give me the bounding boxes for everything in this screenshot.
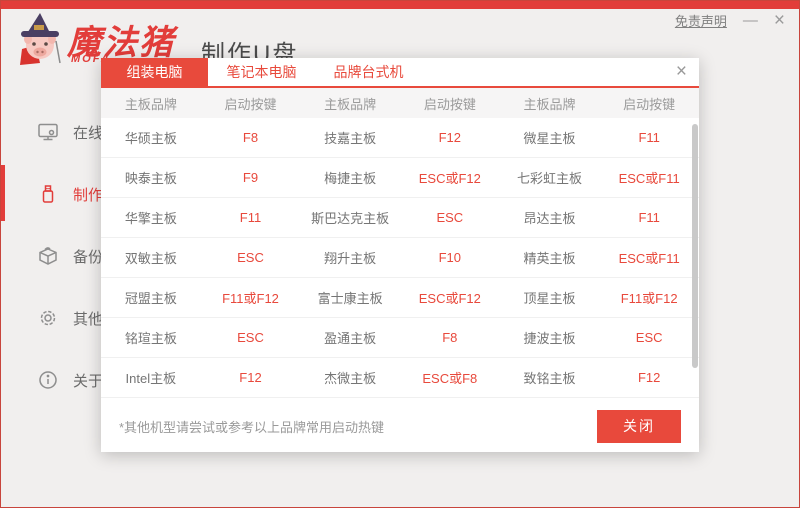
brand-cell: 盈通主板 [324,331,377,346]
brand-cell: 冠盟主板 [124,291,177,306]
sidebar-item-other[interactable]: 其他 [1,287,104,349]
table-row: 华硕主板 F8 技嘉主板 F12 微星主板 F11 [101,118,699,158]
brand-cell: 致铭主板 [523,371,576,386]
brand-cell: 杰微主板 [324,371,377,386]
dialog-tabs: 组装电脑 笔记本电脑 品牌台式机 × [101,58,699,88]
key-cell: ESC或F12 [418,291,481,306]
footnote-text: *其他机型请尝试或参考以上品牌常用启动热键 [119,419,385,435]
brand-cell: Intel主板 [125,371,177,386]
column-header: 主板品牌 [124,96,177,112]
brand-cell: 斯巴达克主板 [311,211,390,226]
key-cell: ESC [237,330,264,345]
key-cell: F12 [239,370,262,385]
column-header: 主板品牌 [324,96,377,112]
key-cell: F11 [239,210,262,225]
sidebar-item-label: 在线 [73,124,104,142]
tab-assembled-pc[interactable]: 组装电脑 [101,58,208,86]
key-cell: F8 [442,330,458,345]
pig-wizard-mascot-icon [20,13,61,65]
key-cell: F11 [638,210,660,225]
sidebar-active-indicator [1,165,5,221]
minimize-button[interactable]: — [743,13,758,28]
key-cell: F12 [637,370,661,385]
key-cell: F9 [242,170,259,185]
key-cell: ESC或F8 [422,371,478,386]
tab-laptop[interactable]: 笔记本电脑 [208,58,315,86]
key-cell: F8 [242,130,259,145]
key-cell: ESC [635,330,663,345]
key-cell: F10 [438,250,462,265]
table-row: 双敏主板 ESC 翔升主板 F10 精英主板 ESC或F11 [101,238,699,278]
top-accent-strip [1,1,799,9]
key-cell: ESC或F11 [618,171,680,186]
sidebar: 在线 制作 备份 其他 关于 [1,91,104,507]
brand-cell: 捷波主板 [523,331,576,346]
sidebar-item-create-usb[interactable]: 制作 [1,163,104,225]
sidebar-item-label: 其他 [73,310,104,328]
sidebar-item-backup[interactable]: 备份 [1,225,104,287]
scrollbar-thumb[interactable] [692,124,698,368]
gear-icon [40,310,56,326]
table-row: Intel主板 F12 杰微主板 ESC或F8 致铭主板 F12 [101,358,699,398]
table-row: 铭瑄主板 ESC 盈通主板 F8 捷波主板 ESC [101,318,699,358]
key-cell: ESC [237,250,264,265]
app-window: 魔法猪 MOFA 制作U盘 免责声明 — × 在线 制作 备份 其他 关于 组装… [0,0,800,508]
column-header: 主板品牌 [523,96,576,112]
column-header: 启动按键 [623,96,676,112]
key-cell: ESC或F12 [418,171,481,186]
close-dialog-button[interactable]: 关闭 [597,409,681,443]
column-header: 启动按键 [224,96,277,112]
window-close-button[interactable]: × [774,11,785,30]
brand-cell: 映泰主板 [124,171,177,186]
brand-cell: 富士康主板 [317,291,383,306]
key-cell: F11或F12 [222,291,279,306]
sidebar-item-about[interactable]: 关于 [1,349,104,411]
info-icon [39,371,57,389]
brand-cell: 顶星主板 [523,291,576,306]
boot-key-dialog: 组装电脑 笔记本电脑 品牌台式机 × 主板品牌 启动按键 主板品牌 启动按键 主… [101,58,699,452]
sidebar-item-online[interactable]: 在线 [1,101,104,163]
key-cell: F11或F12 [620,291,678,306]
sidebar-item-label: 关于 [73,372,104,390]
brand-cell: 华硕主板 [124,131,177,146]
tab-brand-desktop[interactable]: 品牌台式机 [315,58,422,86]
table-row: 华擎主板 F11 斯巴达克主板 ESC 昂达主板 F11 [101,198,699,238]
table-row: 冠盟主板 F11或F12 富士康主板 ESC或F12 顶星主板 F11或F12 [101,278,699,318]
brand-cell: 七彩虹主板 [516,171,582,186]
key-cell: F12 [438,130,462,145]
dialog-close-icon[interactable]: × [676,62,687,81]
usb-drive-icon [42,185,54,203]
brand-cell: 梅捷主板 [324,171,377,186]
column-header: 启动按键 [423,96,476,112]
brand-cell: 铭瑄主板 [124,331,177,346]
brand-cell: 微星主板 [523,131,576,146]
sidebar-item-label: 备份 [73,248,104,266]
table-row: 映泰主板 F9 梅捷主板 ESC或F12 七彩虹主板 ESC或F11 [101,158,699,198]
backup-box-icon [39,247,57,265]
brand-cell: 双敏主板 [124,251,177,266]
key-cell: F11 [638,130,660,145]
brand-cell: 华擎主板 [124,211,177,226]
key-cell: ESC或F11 [618,251,680,266]
monitor-icon [38,123,58,141]
disclaimer-link[interactable]: 免责声明 [675,11,727,30]
sidebar-item-label: 制作 [73,186,104,204]
brand-cell: 翔升主板 [324,251,377,266]
window-controls: 免责声明 — × [675,11,785,30]
brand-cell: 精英主板 [523,251,576,266]
table-header-row: 主板品牌 启动按键 主板品牌 启动按键 主板品牌 启动按键 [101,88,699,118]
key-cell: ESC [436,210,464,225]
dialog-footer: *其他机型请尝试或参考以上品牌常用启动热键 关闭 [101,400,699,452]
brand-cell: 技嘉主板 [324,131,377,146]
brand-cell: 昂达主板 [523,211,576,226]
